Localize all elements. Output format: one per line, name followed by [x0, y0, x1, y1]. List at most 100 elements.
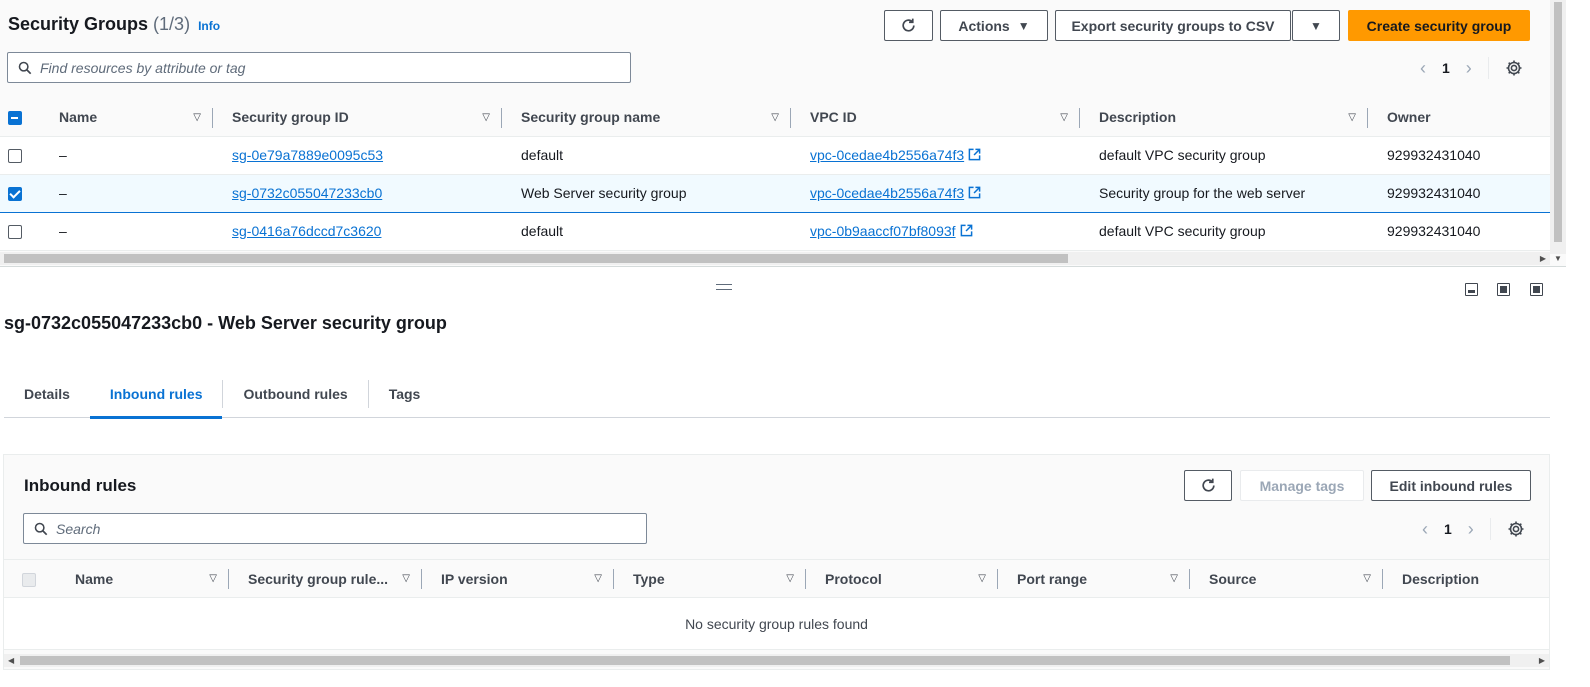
inbound-pagination: ‹ 1 › — [1422, 518, 1525, 540]
scrollbar-thumb[interactable] — [20, 656, 1510, 665]
prev-page-icon[interactable]: ‹ — [1422, 519, 1428, 540]
inbound-search[interactable] — [23, 513, 647, 544]
gear-icon[interactable] — [1507, 520, 1525, 538]
info-link[interactable]: Info — [198, 19, 220, 33]
scroll-right-icon[interactable]: ▶ — [1539, 656, 1545, 665]
sort-icon[interactable]: ▽ — [786, 573, 794, 584]
table-vertical-scrollbar[interactable]: ▼ — [1550, 0, 1566, 263]
column-header-type[interactable]: Type ▽ — [614, 559, 806, 598]
rules-header-row: Name ▽ Security group rule... ▽ IP version… — [4, 559, 1549, 598]
table-row[interactable]: – sg-0e79a7889e0095c53 default vpc-0ceda… — [0, 136, 1566, 175]
row-checkbox[interactable] — [8, 149, 22, 164]
panel-layout-icon[interactable] — [1465, 283, 1478, 296]
inbound-rules-title: Inbound rules — [24, 476, 137, 495]
scroll-down-icon[interactable]: ▼ — [1554, 254, 1562, 263]
sort-icon[interactable]: ▽ — [1170, 573, 1178, 584]
tab-inbound-rules[interactable]: Inbound rules — [89, 370, 223, 419]
refresh-button[interactable] — [884, 10, 933, 41]
next-page-icon[interactable]: › — [1466, 58, 1472, 79]
edit-inbound-rules-button[interactable]: Edit inbound rules — [1371, 470, 1531, 501]
column-header-name[interactable]: Name ▽ — [56, 559, 229, 598]
caret-down-icon: ▼ — [1017, 18, 1030, 33]
sg-id-link[interactable]: sg-0732c055047233cb0 — [232, 185, 382, 201]
row-checkbox[interactable] — [8, 187, 22, 202]
column-header-protocol[interactable]: Protocol ▽ — [806, 559, 998, 598]
column-header-description[interactable]: Description — [1383, 559, 1549, 598]
inbound-rules-panel: Inbound rules Manage tags Edit inbound r… — [3, 454, 1550, 670]
column-header-port-range[interactable]: Port range ▽ — [998, 559, 1190, 598]
cell-sg-name: default — [502, 136, 791, 175]
external-link-icon[interactable] — [960, 224, 973, 237]
column-header-ip-version[interactable]: IP version ▽ — [422, 559, 614, 598]
sg-id-link[interactable]: sg-0e79a7889e0095c53 — [232, 147, 383, 163]
scrollbar-thumb[interactable] — [1554, 2, 1562, 242]
manage-tags-button[interactable]: Manage tags — [1240, 470, 1364, 501]
column-header-vpc-id[interactable]: VPC ID ▽ — [791, 99, 1080, 137]
empty-state-text: No security group rules found — [4, 597, 1549, 650]
resource-search[interactable] — [7, 52, 631, 83]
scroll-left-icon[interactable]: ◀ — [8, 656, 14, 665]
row-checkbox[interactable] — [8, 225, 22, 240]
create-security-group-button[interactable]: Create security group — [1348, 10, 1530, 41]
inbound-refresh-button[interactable] — [1184, 470, 1232, 501]
sort-icon[interactable]: ▽ — [193, 112, 201, 123]
column-header-rule-id[interactable]: Security group rule... ▽ — [229, 559, 422, 598]
sort-icon[interactable]: ▽ — [771, 112, 779, 123]
cell-sg-name: Web Server security group — [502, 173, 791, 213]
tab-details[interactable]: Details — [4, 370, 90, 418]
column-header-description[interactable]: Description ▽ — [1080, 99, 1368, 137]
sort-icon[interactable]: ▽ — [1363, 573, 1371, 584]
sort-icon[interactable]: ▽ — [482, 112, 490, 123]
search-icon — [34, 522, 48, 536]
rules-horizontal-scrollbar[interactable]: ◀ ▶ — [4, 654, 1549, 667]
scrollbar-thumb[interactable] — [4, 254, 1068, 263]
sort-icon[interactable]: ▽ — [402, 573, 410, 584]
export-csv-button[interactable]: Export security groups to CSV — [1055, 10, 1291, 41]
select-all-checkbox[interactable] — [8, 111, 22, 126]
table-horizontal-scrollbar[interactable]: ▶ — [0, 252, 1550, 265]
sg-id-link[interactable]: sg-0416a76dccd7c3620 — [232, 223, 381, 239]
table-row[interactable]: – sg-0416a76dccd7c3620 default vpc-0b9aa… — [0, 212, 1566, 251]
panel-layout-icon[interactable] — [1497, 283, 1510, 296]
current-page[interactable]: 1 — [1442, 60, 1450, 76]
sort-icon[interactable]: ▽ — [594, 573, 602, 584]
sort-icon[interactable]: ▽ — [209, 573, 217, 584]
export-dropdown-button[interactable]: ▼ — [1292, 10, 1340, 41]
search-input[interactable] — [40, 59, 630, 76]
split-divider — [0, 266, 1566, 267]
gear-icon[interactable] — [1505, 59, 1523, 77]
manage-tags-label: Manage tags — [1259, 477, 1345, 494]
sort-icon[interactable]: ▽ — [1348, 112, 1356, 123]
column-header-sg-name[interactable]: Security group name ▽ — [502, 99, 791, 137]
select-all-cell[interactable] — [0, 99, 40, 137]
inbound-rules-table: Name ▽ Security group rule... ▽ IP version… — [4, 559, 1549, 650]
vpc-id-link[interactable]: vpc-0cedae4b2556a74f3 — [810, 185, 964, 201]
title-row: Security Groups (1/3) Info — [8, 14, 220, 35]
panel-layout-icon[interactable] — [1530, 283, 1543, 296]
external-link-icon[interactable] — [968, 148, 981, 161]
table-row[interactable]: – sg-0732c055047233cb0 Web Server securi… — [0, 173, 1566, 213]
tab-tags[interactable]: Tags — [369, 370, 441, 418]
column-header-owner[interactable]: Owner — [1368, 99, 1566, 137]
refresh-icon — [1200, 477, 1217, 494]
tab-outbound-rules[interactable]: Outbound rules — [223, 370, 367, 418]
column-header-name[interactable]: Name ▽ — [40, 99, 213, 137]
inbound-search-input[interactable] — [56, 520, 646, 537]
resize-handle-icon[interactable] — [716, 284, 732, 290]
create-label: Create security group — [1366, 17, 1512, 34]
page-title: Security Groups — [8, 14, 149, 34]
external-link-icon[interactable] — [968, 186, 981, 199]
sort-icon[interactable]: ▽ — [1060, 112, 1068, 123]
next-page-icon[interactable]: › — [1468, 519, 1474, 540]
sort-icon[interactable]: ▽ — [978, 573, 986, 584]
column-header-sg-id[interactable]: Security group ID ▽ — [213, 99, 502, 137]
vpc-id-link[interactable]: vpc-0b9aaccf07bf8093f — [810, 223, 956, 239]
scroll-right-icon[interactable]: ▶ — [1540, 254, 1546, 263]
actions-button[interactable]: Actions ▼ — [940, 10, 1048, 41]
prev-page-icon[interactable]: ‹ — [1420, 58, 1426, 79]
vpc-id-link[interactable]: vpc-0cedae4b2556a74f3 — [810, 147, 964, 163]
current-page[interactable]: 1 — [1444, 521, 1452, 537]
table-header-row: Name ▽ Security group ID ▽ Security group … — [0, 99, 1566, 137]
column-header-source[interactable]: Source ▽ — [1190, 559, 1383, 598]
security-groups-table: Name ▽ Security group ID ▽ Security group … — [0, 99, 1566, 251]
